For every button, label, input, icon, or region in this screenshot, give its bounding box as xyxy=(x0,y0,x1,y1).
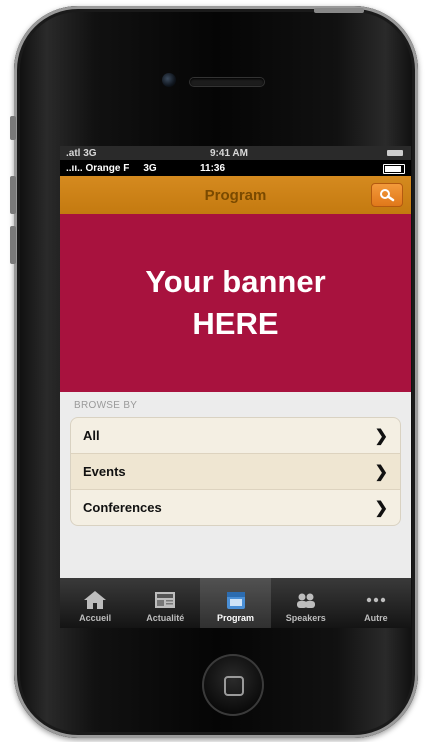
search-icon xyxy=(380,189,395,202)
people-icon xyxy=(296,593,315,608)
battery-icon xyxy=(383,164,405,174)
volume-down-button xyxy=(10,226,16,264)
phone-frame: .atl 3G 9:41 AM ..ıı.. Orange F 3G 11:36… xyxy=(10,6,418,738)
outer-signal: .atl 3G xyxy=(66,147,97,159)
menu-item-all[interactable]: All ❯ xyxy=(71,418,400,454)
calendar-icon xyxy=(226,592,245,609)
home-button[interactable] xyxy=(202,654,264,716)
power-button xyxy=(314,8,364,13)
menu-item-label: Events xyxy=(83,464,126,479)
tab-actualite[interactable]: Actualité xyxy=(130,578,200,628)
chevron-right-icon: ❯ xyxy=(374,427,388,445)
tab-accueil[interactable]: Accueil xyxy=(60,578,130,628)
tab-label: Accueil xyxy=(79,613,112,623)
tab-label: Program xyxy=(217,613,255,623)
tab-label: Speakers xyxy=(285,613,326,623)
banner-line-1: Your banner xyxy=(145,264,326,299)
home-square-icon xyxy=(224,676,244,696)
banner-line-2: HERE xyxy=(192,306,279,341)
browse-header: BROWSE BY xyxy=(74,400,138,411)
mute-switch xyxy=(10,116,16,140)
menu-item-label: Conferences xyxy=(83,500,162,515)
volume-up-button xyxy=(10,176,16,214)
status-time: 11:36 xyxy=(200,162,226,174)
tab-program[interactable]: Program xyxy=(200,578,271,628)
browse-section: BROWSE BY All ❯ Events ❯ Conferences ❯ xyxy=(60,392,411,526)
outer-battery-icon xyxy=(387,150,403,156)
tab-speakers[interactable]: Speakers xyxy=(271,578,341,628)
browse-menu: All ❯ Events ❯ Conferences ❯ xyxy=(70,417,401,526)
front-camera xyxy=(162,73,176,87)
chevron-right-icon: ❯ xyxy=(374,463,388,481)
more-icon xyxy=(366,597,386,603)
outer-status-bar: .atl 3G 9:41 AM xyxy=(60,146,411,160)
menu-item-label: All xyxy=(83,428,100,443)
home-icon xyxy=(84,591,107,609)
carrier-label: ..ıı.. Orange F xyxy=(66,162,130,174)
earpiece-speaker xyxy=(190,78,264,86)
phone-screen: .atl 3G 9:41 AM ..ıı.. Orange F 3G 11:36… xyxy=(60,146,411,628)
status-bar: ..ıı.. Orange F 3G 11:36 xyxy=(60,160,411,176)
nav-bar: Program xyxy=(60,176,411,214)
newspaper-icon xyxy=(155,592,176,608)
search-button[interactable] xyxy=(371,183,403,207)
tab-autre[interactable]: Autre xyxy=(341,578,411,628)
chevron-right-icon: ❯ xyxy=(374,499,388,517)
tab-bar: Accueil Actualité Program Speakers Autre xyxy=(60,578,411,628)
tab-label: Autre xyxy=(364,613,388,623)
menu-item-conferences[interactable]: Conferences ❯ xyxy=(71,490,400,525)
outer-time: 9:41 AM xyxy=(210,147,248,159)
banner[interactable]: Your banner HERE xyxy=(60,214,411,392)
page-title: Program xyxy=(204,186,267,204)
tab-label: Actualité xyxy=(146,613,185,623)
network-label: 3G xyxy=(143,162,157,174)
menu-item-events[interactable]: Events ❯ xyxy=(71,454,400,490)
